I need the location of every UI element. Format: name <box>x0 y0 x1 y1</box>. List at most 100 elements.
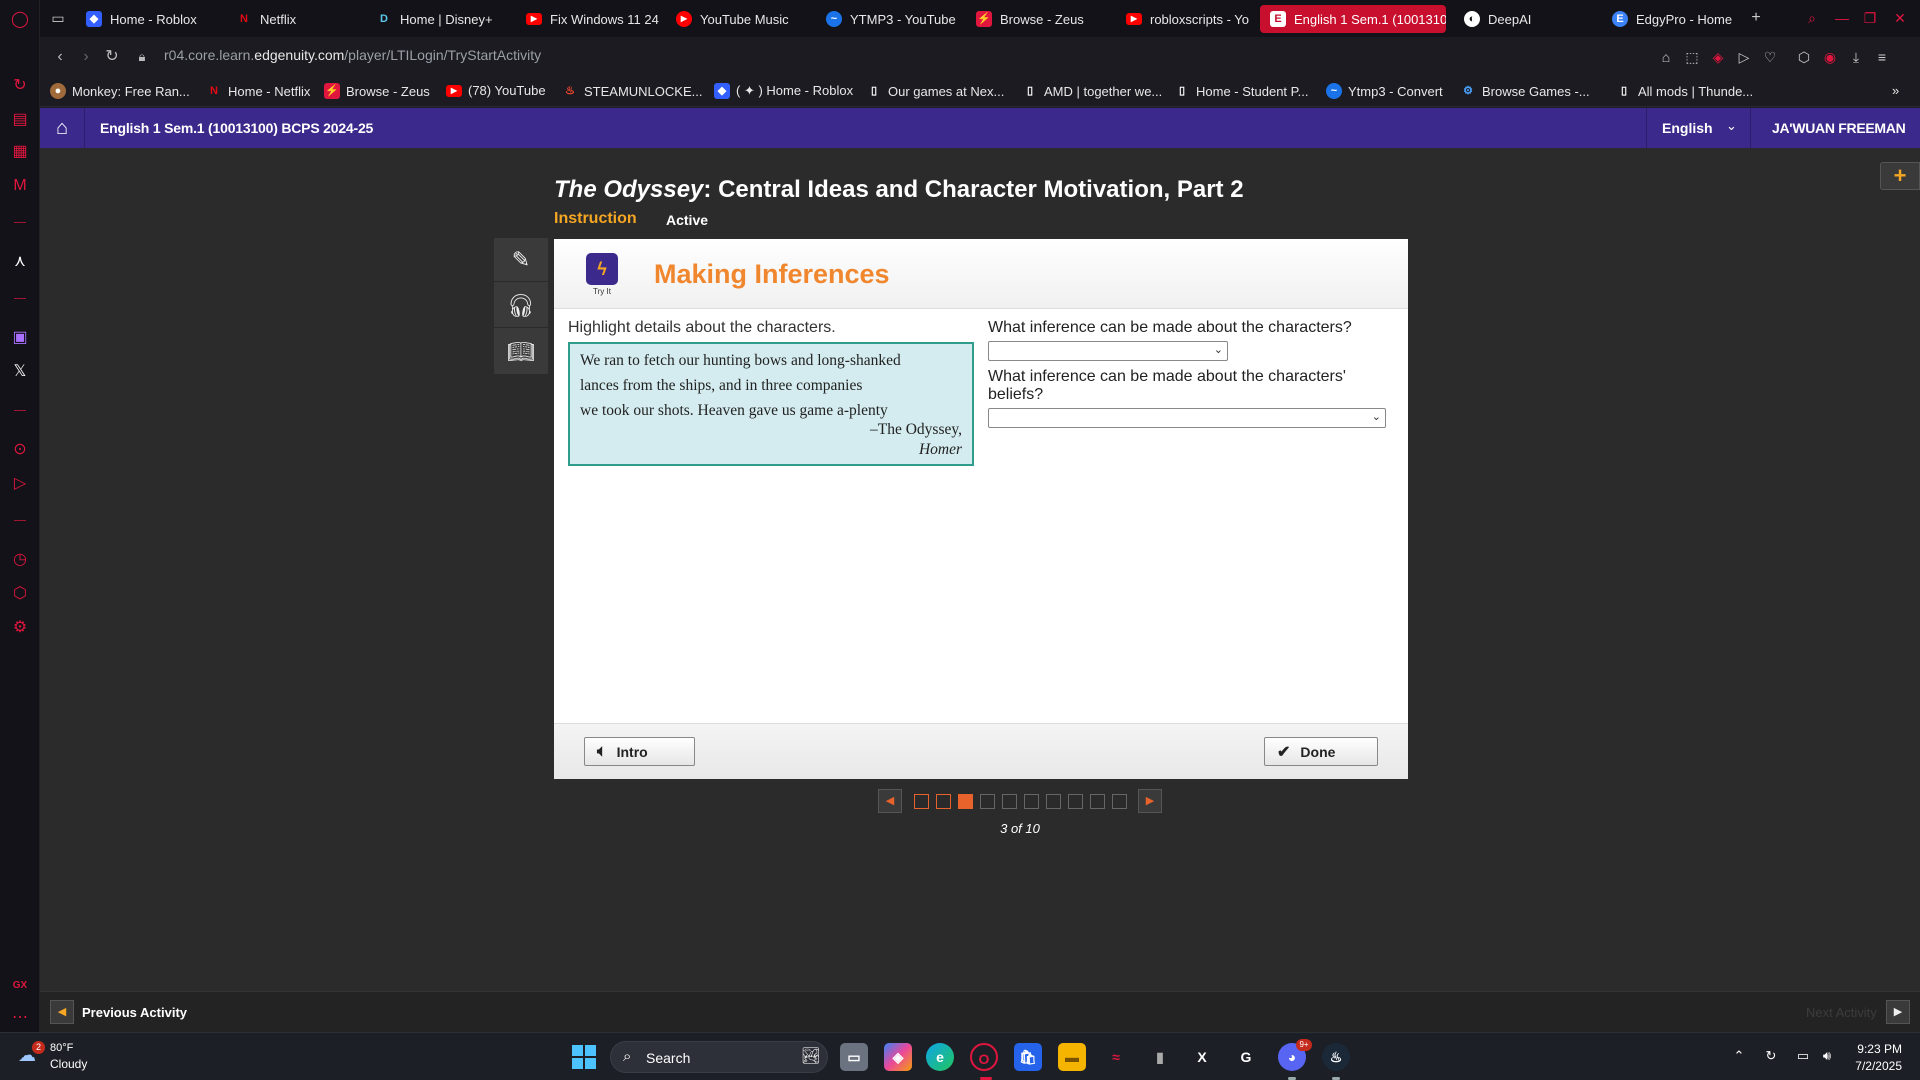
user-name[interactable]: JA'WUAN FREEMAN <box>1772 120 1906 136</box>
gmail-icon[interactable]: M <box>8 174 32 198</box>
volume-icon[interactable]: 🔊︎ <box>1818 1047 1836 1065</box>
bookmark-item[interactable]: ● Monkey: Free Ran... <box>50 83 190 99</box>
page-square-8[interactable] <box>1068 794 1083 809</box>
tab-overview-icon[interactable]: ▭ <box>48 8 68 28</box>
bookmark-item[interactable]: ▶ (78) YouTube <box>446 83 546 98</box>
page-square-5[interactable] <box>1002 794 1017 809</box>
quote-box[interactable]: We ran to fetch our hunting bows and lon… <box>568 342 974 466</box>
bookmark-item[interactable]: ~ Ytmp3 - Convert <box>1326 83 1443 99</box>
tab-deepai[interactable]: ◐ DeepAI <box>1454 5 1604 33</box>
next-activity-button[interactable]: Next Activity <box>1806 1005 1877 1020</box>
page-square-1[interactable] <box>914 794 929 809</box>
store-icon[interactable]: 🛍︎ <box>1014 1043 1042 1071</box>
tab-zeus[interactable]: ⚡ Browse - Zeus <box>966 5 1116 33</box>
mouse-app-icon[interactable]: ▮ <box>1146 1043 1174 1071</box>
bookmark-item[interactable]: ▯ Our games at Nex... <box>866 83 1004 99</box>
highlighter-icon[interactable]: ✎ <box>494 238 548 282</box>
opera-logo-icon[interactable]: ◯ <box>8 8 32 32</box>
chevron-up-icon[interactable]: ⌃ <box>1730 1047 1748 1065</box>
download-icon[interactable]: ⤓ <box>1846 47 1866 67</box>
opera-gx-icon[interactable]: O <box>970 1043 998 1071</box>
tab-edgenuity-active[interactable]: E English 1 Sem.1 (10013100 <box>1260 5 1446 33</box>
bookmark-item[interactable]: ▯ AMD | together we... <box>1022 83 1162 99</box>
reload-icon[interactable]: ↻ <box>102 47 122 67</box>
clock-time[interactable]: 9:23 PM <box>1852 1042 1902 1056</box>
extensions-icon[interactable]: ⬡ <box>1794 47 1814 67</box>
tab-disney[interactable]: D Home | Disney+ <box>366 5 516 33</box>
intro-button[interactable]: 🔈︎ Intro <box>584 737 695 766</box>
language-select[interactable]: English <box>1662 120 1713 136</box>
player-icon[interactable]: ▷ <box>1734 47 1754 67</box>
add-button[interactable]: + <box>1880 162 1920 190</box>
bookmark-item[interactable]: ⚡ Browse - Zeus <box>324 83 430 99</box>
workspaces-icon[interactable]: ▤ <box>8 108 32 132</box>
back-icon[interactable]: ‹ <box>50 47 70 67</box>
close-icon[interactable]: ✕ <box>1890 8 1910 28</box>
redragon-icon[interactable]: ≈ <box>1102 1043 1130 1071</box>
forward-icon[interactable]: › <box>76 47 96 67</box>
temperature[interactable]: 80°F <box>50 1042 73 1054</box>
bookmark-icon[interactable]: ⌂ <box>1656 47 1676 67</box>
copilot-icon[interactable]: ◈ <box>884 1043 912 1071</box>
bookmark-item[interactable]: ▯ All mods | Thunde... <box>1616 83 1753 99</box>
tab-youtube-music[interactable]: ▶ YouTube Music <box>666 5 816 33</box>
question-1-dropdown[interactable]: ⌄ <box>988 341 1228 361</box>
page-square-9[interactable] <box>1090 794 1105 809</box>
edge-icon[interactable]: e <box>926 1043 954 1071</box>
play-icon[interactable]: ▷ <box>8 472 32 496</box>
heart-icon[interactable]: ♡ <box>1760 47 1780 67</box>
profile-icon[interactable]: ◉ <box>1820 47 1840 67</box>
quote-line[interactable]: lances from the ships, and in three comp… <box>580 373 962 398</box>
menu-icon[interactable]: ≡ <box>1872 47 1892 67</box>
next-activity-icon[interactable]: ▶ <box>1886 1000 1910 1024</box>
tab-roblox[interactable]: ◆ Home - Roblox <box>76 5 226 33</box>
next-page-button[interactable]: ▶ <box>1138 789 1162 813</box>
app-icon[interactable]: ⋏ <box>8 250 32 274</box>
settings-icon[interactable]: ⚙ <box>8 616 32 640</box>
bookmark-item[interactable]: ▯ Home - Student P... <box>1174 83 1309 99</box>
page-square-6[interactable] <box>1024 794 1039 809</box>
url-field[interactable]: r04.core.learn.edgenuity.com/player/LTIL… <box>164 47 541 63</box>
file-explorer-icon[interactable]: ▬ <box>1058 1043 1086 1071</box>
tab-ytmp3[interactable]: ~ YTMP3 - YouTube <box>816 5 966 33</box>
tab-netflix[interactable]: N Netflix <box>226 5 366 33</box>
xbox-app-icon[interactable]: X <box>1188 1043 1216 1071</box>
dictionary-icon[interactable]: 📖︎ <box>494 330 548 374</box>
twitch-icon[interactable]: ▣ <box>8 326 32 350</box>
done-button[interactable]: ✔ Done <box>1264 737 1378 766</box>
start-button[interactable] <box>572 1045 596 1069</box>
history-icon[interactable]: ◷ <box>8 548 32 572</box>
previous-activity-icon[interactable]: ◀ <box>50 1000 74 1024</box>
restore-icon[interactable]: ❐ <box>1860 8 1880 28</box>
pocket-icon[interactable]: ◈ <box>1708 47 1728 67</box>
calendar-icon[interactable]: ▦ <box>8 140 32 164</box>
headphones-icon[interactable]: 🎧︎ <box>494 284 548 328</box>
previous-activity-button[interactable]: Previous Activity <box>82 1005 187 1020</box>
bookmark-item[interactable]: ◆ ( ✦ ) Home - Roblox <box>714 83 853 99</box>
sync-icon[interactable]: ↻ <box>1762 1047 1780 1065</box>
steam-icon[interactable]: ♨ <box>1322 1043 1350 1071</box>
music-player-icon[interactable]: ⊙ <box>8 438 32 462</box>
page-square-3[interactable] <box>958 794 973 809</box>
extensions-icon[interactable]: ⬡ <box>8 582 32 606</box>
page-square-4[interactable] <box>980 794 995 809</box>
previous-page-button[interactable]: ◀ <box>878 789 902 813</box>
weather-condition[interactable]: Cloudy <box>50 1057 87 1071</box>
taskbar-search[interactable]: ⌕ Search 🏞︎ <box>610 1041 828 1073</box>
minimize-icon[interactable]: — <box>1832 8 1852 28</box>
bookmarks-overflow-icon[interactable]: » <box>1892 83 1899 98</box>
more-icon[interactable]: ⋯ <box>8 1006 32 1030</box>
bookmark-item[interactable]: ⚙ Browse Games -... <box>1460 83 1590 99</box>
aria-icon[interactable]: ↻ <box>8 74 32 98</box>
home-icon[interactable]: ⌂ <box>50 116 74 140</box>
chevron-down-icon[interactable]: ⌄ <box>1726 118 1737 134</box>
g-hub-icon[interactable]: G <box>1232 1043 1260 1071</box>
search-tabs-icon[interactable]: ⌕ <box>1802 8 1822 28</box>
bookmark-item[interactable]: N Home - Netflix <box>206 83 310 99</box>
network-icon[interactable]: ▭ <box>1794 1047 1812 1065</box>
tab-fix-windows[interactable]: ▶ Fix Windows 11 24 <box>516 5 666 33</box>
quote-line[interactable]: We ran to fetch our hunting bows and lon… <box>580 348 962 373</box>
page-square-7[interactable] <box>1046 794 1061 809</box>
tab-edgypro[interactable]: E EdgyPro - Home <box>1602 5 1752 33</box>
new-tab-icon[interactable]: + <box>1746 8 1766 28</box>
